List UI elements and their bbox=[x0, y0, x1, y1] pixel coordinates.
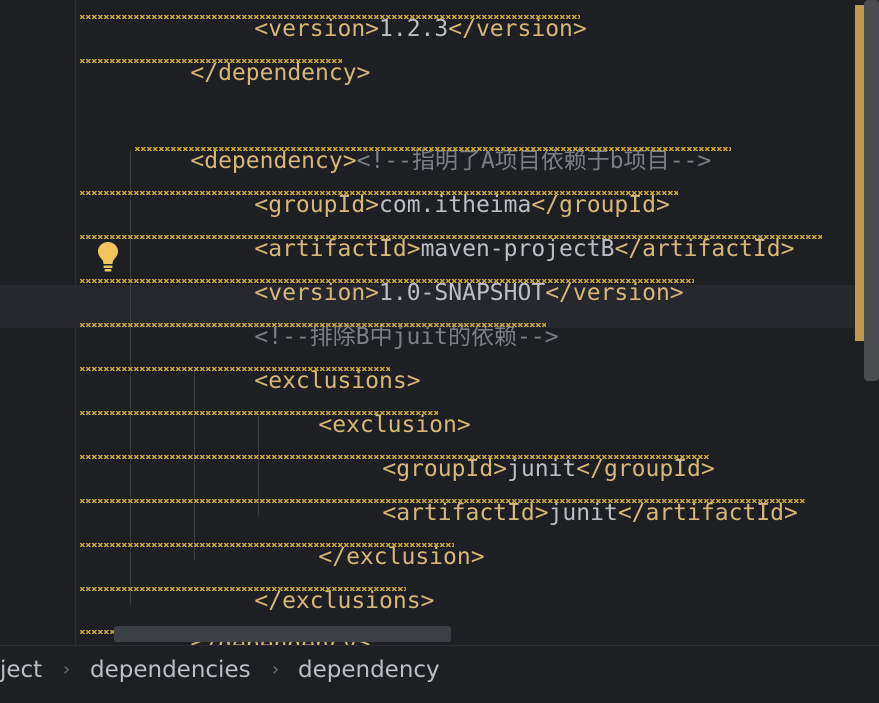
code-line[interactable]: <!--排除B中juit的依赖--> bbox=[199, 295, 558, 350]
indent-guide bbox=[194, 370, 195, 560]
xml-tag: </artifactId> bbox=[617, 500, 798, 526]
code-line[interactable]: <version>1.0-SNAPSHOT</version> bbox=[199, 251, 683, 306]
warning-squiggle bbox=[80, 279, 694, 283]
breadcrumb-item[interactable]: dependencies bbox=[90, 657, 251, 683]
code-editor[interactable]: <version>1.2.3</version> </dependency> <… bbox=[0, 0, 879, 645]
warning-squiggle bbox=[80, 411, 438, 415]
breadcrumb-item[interactable]: dependency bbox=[298, 657, 440, 683]
code-line[interactable]: <artifactId>maven-projectB</artifactId> bbox=[199, 207, 794, 262]
vertical-scrollbar-thumb[interactable] bbox=[864, 0, 879, 381]
warning-squiggle bbox=[80, 235, 822, 239]
code-line[interactable]: <groupId>com.itheima</groupId> bbox=[199, 163, 669, 218]
code-line[interactable]: <artifactId>junit</artifactId> bbox=[327, 471, 797, 526]
warning-squiggle bbox=[80, 15, 580, 19]
breadcrumb: ject › dependencies › dependency bbox=[0, 645, 879, 703]
code-line[interactable]: <exclusions> bbox=[199, 339, 420, 394]
xml-text: junit bbox=[548, 500, 618, 526]
indent-guide bbox=[130, 150, 131, 605]
code-line[interactable]: <dependency><!--指明了A项目依赖于b项目--> bbox=[135, 119, 711, 174]
lightbulb-icon[interactable] bbox=[97, 241, 119, 273]
xml-text: 1.2.3 bbox=[379, 16, 449, 42]
warning-squiggle bbox=[80, 499, 806, 503]
code-line[interactable]: </dependency> bbox=[135, 31, 370, 86]
xml-tag: </dependency> bbox=[190, 60, 371, 86]
code-line[interactable]: <exclusion> bbox=[263, 383, 470, 438]
horizontal-scrollbar-thumb[interactable] bbox=[114, 626, 451, 642]
warning-squiggle bbox=[80, 59, 342, 63]
warning-squiggle bbox=[135, 147, 731, 151]
warning-squiggle bbox=[80, 323, 546, 327]
warning-squiggle bbox=[80, 587, 406, 591]
warning-squiggle bbox=[80, 543, 454, 547]
chevron-right-icon: › bbox=[272, 659, 280, 680]
code-line[interactable]: </exclusion> bbox=[263, 515, 484, 570]
warning-squiggle bbox=[80, 191, 678, 195]
chevron-right-icon: › bbox=[63, 659, 71, 680]
xml-tag: </version> bbox=[448, 16, 587, 42]
warning-stripe[interactable] bbox=[855, 5, 864, 341]
code-line[interactable]: <groupId>junit</groupId> bbox=[327, 427, 714, 482]
code-line[interactable]: </exclusions> bbox=[199, 559, 434, 614]
warning-squiggle bbox=[80, 455, 710, 459]
warning-squiggle bbox=[80, 367, 390, 371]
xml-tag: </version> bbox=[545, 280, 684, 306]
breadcrumb-item[interactable]: ject bbox=[0, 657, 42, 683]
